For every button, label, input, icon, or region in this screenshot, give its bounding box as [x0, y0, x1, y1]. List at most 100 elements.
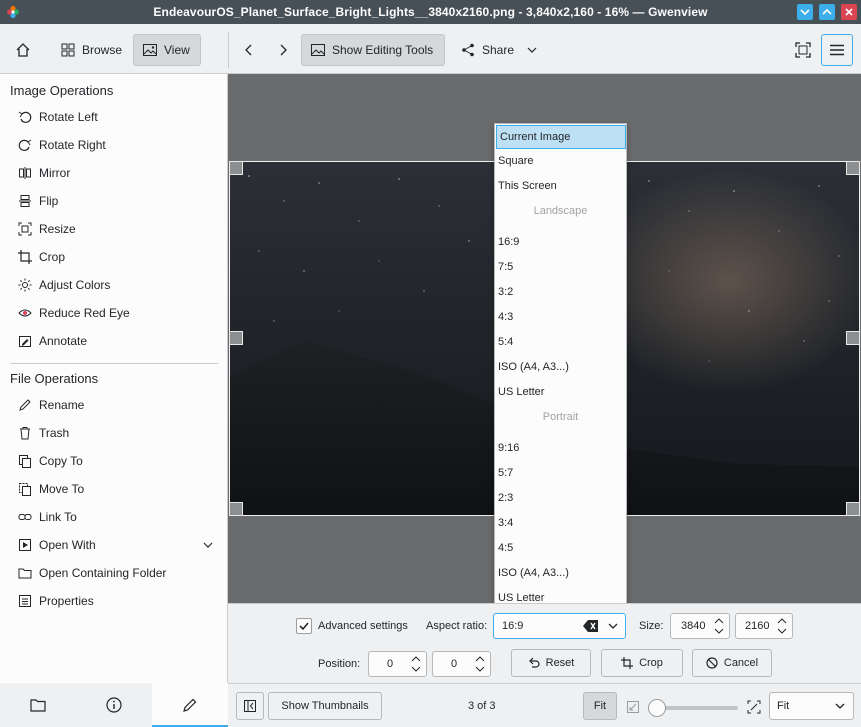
sidebar-item-label: Copy To — [39, 454, 83, 468]
close-window-button[interactable] — [841, 4, 857, 20]
spinner-arrows-icon[interactable] — [713, 616, 725, 636]
advanced-settings-checkbox[interactable] — [296, 618, 312, 634]
dropdown-option-square[interactable]: Square — [495, 149, 626, 173]
dropdown-header-landscape: Landscape — [533, 205, 588, 217]
window-title: EndeavourOS_Planet_Surface_Bright_Lights… — [153, 5, 708, 19]
crop-handle-top-left[interactable] — [229, 161, 243, 175]
maximize-button[interactable] — [819, 4, 835, 20]
show-editing-tools-button[interactable]: Show Editing Tools — [301, 34, 445, 66]
chevron-down-icon — [800, 9, 810, 16]
view-button[interactable]: View — [133, 34, 201, 66]
sidebar-item-label: Rename — [39, 398, 85, 412]
show-thumbnails-label: Show Thumbnails — [281, 700, 369, 712]
zoom-select-value: Fit — [777, 700, 790, 712]
height-value: 2160 — [745, 620, 770, 632]
zoom-slider-track[interactable] — [654, 706, 738, 710]
clear-text-icon[interactable] — [583, 620, 599, 632]
sidebar-item-crop[interactable]: Crop — [18, 246, 65, 268]
zoom-in-icon[interactable] — [747, 700, 761, 714]
rotate-left-icon — [18, 111, 32, 123]
cancel-button[interactable]: Cancel — [692, 649, 772, 677]
sidebar-item-label: Crop — [39, 250, 66, 264]
fit-button[interactable]: Fit — [583, 692, 617, 720]
dropdown-option-iso-portrait[interactable]: ISO (A4, A3...) — [495, 561, 626, 585]
crop-handle-bottom-right[interactable] — [846, 502, 860, 516]
spinner-arrows-icon[interactable] — [410, 654, 422, 674]
sidebar-item-annotate[interactable]: Annotate — [18, 330, 87, 352]
brightness-icon — [18, 278, 32, 292]
browse-button[interactable]: Browse — [52, 34, 130, 66]
sidebar-item-label: Link To — [39, 510, 77, 524]
sidebar-item-link-to[interactable]: Link To — [18, 506, 77, 528]
dropdown-option-4-3[interactable]: 4:3 — [495, 305, 626, 329]
sidebar-item-rotate-right[interactable]: Rotate Right — [18, 134, 106, 156]
spinner-arrows-icon[interactable] — [474, 654, 486, 674]
sidebar-item-open-with[interactable]: Open With — [18, 534, 214, 556]
crop-handle-right[interactable] — [846, 331, 860, 345]
chevron-up-icon — [822, 8, 832, 15]
info-icon — [106, 697, 122, 713]
pencil-icon — [19, 399, 31, 411]
next-button[interactable] — [271, 34, 297, 66]
tab-information[interactable] — [76, 683, 152, 727]
dropdown-option-5-4[interactable]: 5:4 — [495, 330, 626, 354]
sidebar-item-resize[interactable]: Resize — [18, 218, 76, 240]
dropdown-option-7-5[interactable]: 7:5 — [495, 255, 626, 279]
move-icon — [19, 483, 31, 496]
dropdown-option-3-2[interactable]: 3:2 — [495, 280, 626, 304]
sidebar-item-trash[interactable]: Trash — [18, 422, 69, 444]
show-thumbnails-button[interactable]: Show Thumbnails — [268, 692, 382, 720]
tab-operations[interactable] — [152, 683, 228, 727]
dropdown-option-2-3[interactable]: 2:3 — [495, 486, 626, 510]
toggle-sidebar-button[interactable] — [236, 692, 264, 720]
sidebar-item-label: Open Containing Folder — [39, 566, 167, 580]
zoom-select[interactable]: Fit — [769, 692, 854, 720]
dropdown-option-3-4[interactable]: 3:4 — [495, 511, 626, 535]
dropdown-option-5-7[interactable]: 5:7 — [495, 461, 626, 485]
crop-handle-top-right[interactable] — [846, 161, 860, 175]
trash-icon — [20, 427, 30, 440]
minimize-button[interactable] — [797, 4, 813, 20]
position-y-spinbox[interactable]: 0 — [432, 651, 491, 677]
sidebar-item-properties[interactable]: Properties — [18, 590, 94, 612]
image-icon — [143, 44, 157, 56]
advanced-settings-label: Advanced settings — [318, 620, 408, 632]
home-icon — [16, 43, 30, 57]
sidebar-item-adjust-colors[interactable]: Adjust Colors — [18, 274, 110, 296]
tab-folders[interactable] — [0, 683, 76, 727]
dropdown-option-16-9[interactable]: 16:9 — [495, 230, 626, 254]
dropdown-option-this-screen[interactable]: This Screen — [495, 174, 626, 198]
position-label: Position: — [318, 658, 361, 670]
width-spinbox[interactable]: 3840 — [670, 613, 730, 639]
sidebar-item-open-containing-folder[interactable]: Open Containing Folder — [18, 562, 166, 584]
reset-button[interactable]: Reset — [511, 649, 591, 677]
crop-icon — [621, 657, 634, 669]
sidebar-item-reduce-red-eye[interactable]: Reduce Red Eye — [18, 302, 130, 324]
sidebar-item-flip[interactable]: Flip — [18, 190, 58, 212]
home-button[interactable] — [8, 34, 38, 66]
dropdown-option-4-5[interactable]: 4:5 — [495, 536, 626, 560]
dropdown-option-iso-landscape[interactable]: ISO (A4, A3...) — [495, 355, 626, 379]
dropdown-option-us-letter-landscape[interactable]: US Letter — [495, 380, 626, 404]
crop-button[interactable]: Crop — [601, 649, 683, 677]
crop-handle-bottom-left[interactable] — [229, 502, 243, 516]
sidebar-item-copy-to[interactable]: Copy To — [18, 450, 83, 472]
position-x-spinbox[interactable]: 0 — [368, 651, 427, 677]
sidebar-item-mirror[interactable]: Mirror — [18, 162, 70, 184]
dropdown-option-current-image[interactable]: Current Image — [496, 125, 626, 149]
zoom-out-icon[interactable] — [626, 700, 640, 714]
height-spinbox[interactable]: 2160 — [735, 613, 793, 639]
previous-button[interactable] — [237, 34, 263, 66]
open-with-icon — [19, 539, 31, 551]
fullscreen-button[interactable] — [788, 34, 818, 66]
crop-handle-left[interactable] — [229, 331, 243, 345]
sidebar-item-move-to[interactable]: Move To — [18, 478, 84, 500]
spinner-arrows-icon[interactable] — [776, 616, 788, 636]
sidebar-item-rotate-left[interactable]: Rotate Left — [18, 106, 98, 128]
hamburger-menu-button[interactable] — [821, 34, 853, 66]
share-button[interactable]: Share — [452, 34, 546, 66]
aspect-ratio-combobox[interactable]: 16:9 — [493, 613, 626, 639]
dropdown-option-9-16[interactable]: 9:16 — [495, 436, 626, 460]
sidebar-item-rename[interactable]: Rename — [18, 394, 84, 416]
zoom-slider-handle[interactable] — [648, 699, 666, 717]
